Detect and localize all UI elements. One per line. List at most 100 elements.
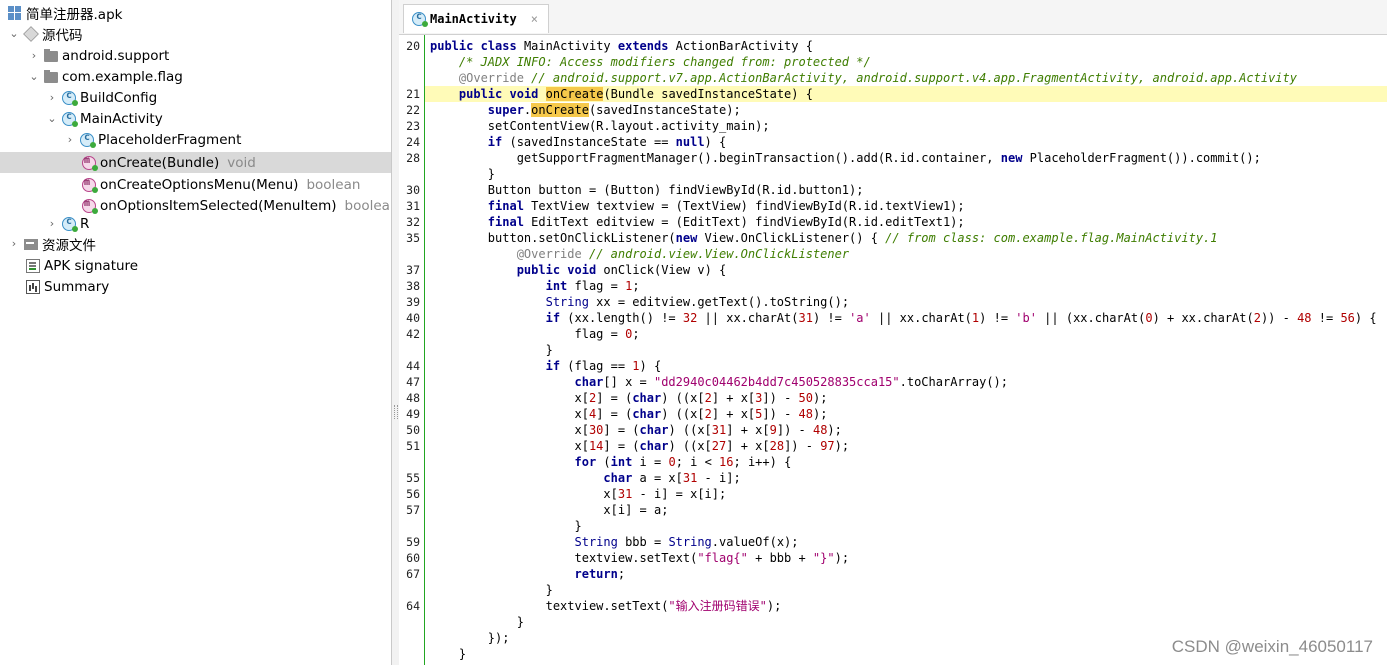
tree-item-apk-signature[interactable]: APK signature	[0, 255, 391, 276]
code-line: int flag = 1;	[545, 279, 640, 293]
apk-icon	[8, 5, 22, 20]
tree-item-source-code[interactable]: ⌄ 源代码	[0, 23, 391, 44]
tree-item-label: PlaceholderFragment	[98, 131, 242, 148]
code-line: public void onClick(View v) {	[516, 263, 727, 277]
code-line: @Override // android.support.v7.app.Acti…	[458, 71, 1297, 85]
code-line: public class MainActivity extends Action…	[430, 39, 813, 53]
tree-item-label: BuildConfig	[80, 89, 158, 106]
panel-splitter[interactable]	[392, 0, 399, 665]
tree-item-resources[interactable]: › 资源文件	[0, 233, 391, 254]
code-line: }	[430, 343, 553, 357]
code-line: char[] x = "dd2940c04462b4dd7c450528835c…	[574, 375, 1009, 389]
method-icon	[82, 198, 98, 214]
return-type: boolea	[344, 197, 390, 214]
editor-tab-bar: MainActivity ×	[399, 0, 1387, 35]
line-number: 20	[406, 39, 420, 53]
code-line: flag = 0;	[430, 327, 640, 341]
tree-item-label: MainActivity	[80, 110, 163, 127]
code-line: if (flag == 1) {	[545, 359, 662, 373]
code-line: x[2] = (char) ((x[2] + x[3]) - 50);	[430, 391, 828, 405]
resources-folder-icon	[24, 239, 38, 250]
tree-item-label: 简单注册器.apk	[26, 6, 123, 23]
return-type: void	[227, 154, 256, 171]
folder-icon	[44, 49, 58, 62]
tree-item-buildconfig[interactable]: › BuildConfig	[0, 87, 391, 108]
line-number: 56	[406, 487, 420, 501]
code-line: textview.setText("flag{" + bbb + "}");	[430, 551, 850, 565]
code-line: }	[430, 583, 553, 597]
code-line: String xx = editview.getText().toString(…	[545, 295, 850, 309]
code-line: x[4] = (char) ((x[2] + x[5]) - 48);	[430, 407, 828, 421]
tree-item-mainactivity[interactable]: ⌄ MainActivity	[0, 108, 391, 129]
tree-item-label: Summary	[44, 278, 110, 295]
class-icon	[62, 216, 78, 232]
chevron-down-icon[interactable]: ⌄	[46, 112, 58, 125]
code-line: }	[430, 519, 582, 533]
code-line: button.setOnClickListener(new View.OnCli…	[430, 231, 1218, 245]
line-number: 48	[406, 391, 420, 405]
tree-item-placeholderfragment[interactable]: › PlaceholderFragment	[0, 129, 391, 150]
tree-item-com-example-flag[interactable]: ⌄ com.example.flag	[0, 66, 391, 87]
line-number: 35	[406, 231, 420, 245]
tree-item-summary[interactable]: Summary	[0, 276, 391, 297]
code-line: final EditText editview = (EditText) fin…	[487, 215, 965, 229]
class-icon	[80, 132, 96, 148]
method-icon	[82, 177, 98, 193]
line-number: 57	[406, 503, 420, 517]
line-number: 49	[406, 407, 420, 421]
tree-item-apk[interactable]: 简单注册器.apk	[0, 2, 391, 23]
line-number: 47	[406, 375, 420, 389]
code-line: public void onCreate(Bundle savedInstanc…	[458, 87, 813, 101]
line-number: 67	[406, 567, 420, 581]
line-number: 30	[406, 183, 420, 197]
code-line: }	[430, 615, 524, 629]
code-line: /* JADX INFO: Access modifiers changed f…	[458, 55, 871, 69]
line-number: 37	[406, 263, 420, 277]
code-line: }	[430, 167, 496, 181]
code-line: });	[430, 631, 510, 645]
code-line: textview.setText("输入注册码错误");	[430, 599, 782, 613]
tab-mainactivity[interactable]: MainActivity ×	[403, 4, 549, 33]
project-tree: 简单注册器.apk ⌄ 源代码 › android.support ⌄ com.…	[0, 0, 392, 665]
tree-item-oncreate[interactable]: onCreate(Bundle) void	[0, 152, 391, 173]
line-number: 39	[406, 295, 420, 309]
line-number: 32	[406, 215, 420, 229]
tree-item-label: R	[80, 215, 90, 232]
line-number: 44	[406, 359, 420, 373]
code-line: getSupportFragmentManager().beginTransac…	[430, 151, 1261, 165]
code-line: @Override // android.view.View.OnClickLi…	[516, 247, 850, 261]
chevron-right-icon[interactable]: ›	[8, 237, 20, 250]
line-number: 40	[406, 311, 420, 325]
class-icon	[62, 90, 78, 106]
chevron-down-icon[interactable]: ⌄	[28, 70, 40, 83]
tree-item-label: 源代码	[42, 27, 83, 44]
line-number: 50	[406, 423, 420, 437]
close-icon[interactable]: ×	[531, 12, 538, 26]
code-line: char a = x[31 - i];	[603, 471, 741, 485]
code-line: setContentView(R.layout.activity_main);	[430, 119, 770, 133]
line-number: 55	[406, 471, 420, 485]
tree-item-oncreateoptionsmenu[interactable]: onCreateOptionsMenu(Menu) boolean	[0, 174, 391, 195]
code-line: x[i] = a;	[430, 503, 669, 517]
line-number: 23	[406, 119, 420, 133]
code-editor[interactable]: public class MainActivity extends Action…	[425, 35, 1387, 665]
line-number: 38	[406, 279, 420, 293]
chevron-down-icon[interactable]: ⌄	[8, 27, 20, 40]
code-line: String bbb = String.valueOf(x);	[574, 535, 799, 549]
chevron-right-icon[interactable]: ›	[46, 217, 58, 230]
package-icon	[23, 25, 39, 42]
chevron-right-icon[interactable]: ›	[28, 49, 40, 62]
line-number: 21	[406, 87, 420, 101]
chevron-right-icon[interactable]: ›	[64, 133, 76, 146]
class-icon	[62, 111, 78, 127]
splitter-grip-icon[interactable]	[394, 405, 398, 419]
chevron-right-icon[interactable]: ›	[46, 91, 58, 104]
tree-item-label: onOptionsItemSelected(MenuItem)	[100, 197, 337, 214]
tree-item-android-support[interactable]: › android.support	[0, 45, 391, 66]
code-line: super.onCreate(savedInstanceState);	[487, 103, 741, 117]
line-number: 31	[406, 199, 420, 213]
line-number: 24	[406, 135, 420, 149]
code-line: x[30] = (char) ((x[31] + x[9]) - 48);	[430, 423, 842, 437]
tree-item-label: APK signature	[44, 257, 139, 274]
tree-item-r[interactable]: › R	[0, 213, 391, 234]
